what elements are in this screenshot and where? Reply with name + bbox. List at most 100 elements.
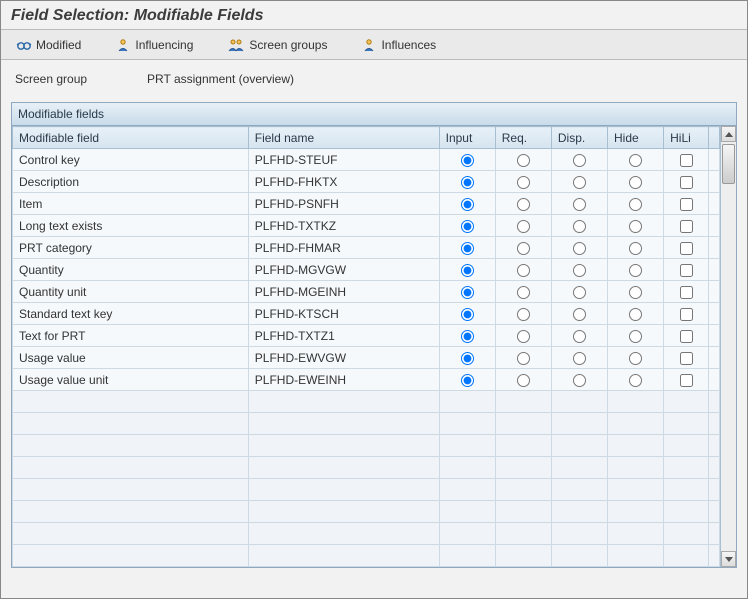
hide-radio[interactable] — [629, 352, 642, 365]
hili-checkbox[interactable] — [680, 264, 693, 277]
hili-checkbox[interactable] — [680, 198, 693, 211]
input-radio[interactable] — [461, 176, 474, 189]
disp-radio[interactable] — [573, 352, 586, 365]
cell-spacer — [709, 369, 720, 391]
hide-radio[interactable] — [629, 220, 642, 233]
disp-radio[interactable] — [573, 176, 586, 189]
input-radio[interactable] — [461, 286, 474, 299]
hili-checkbox[interactable] — [680, 374, 693, 387]
cell-req — [495, 215, 551, 237]
col-req[interactable]: Req. — [495, 127, 551, 149]
disp-radio[interactable] — [573, 242, 586, 255]
col-hili[interactable]: HiLi — [664, 127, 709, 149]
empty-cell — [664, 413, 709, 435]
hide-radio[interactable] — [629, 264, 642, 277]
hide-radio[interactable] — [629, 154, 642, 167]
hide-radio[interactable] — [629, 176, 642, 189]
screen-groups-button[interactable]: Screen groups — [222, 35, 332, 55]
cell-req — [495, 149, 551, 171]
hili-checkbox[interactable] — [680, 352, 693, 365]
req-radio[interactable] — [517, 176, 530, 189]
empty-cell — [13, 391, 249, 413]
hili-checkbox[interactable] — [680, 220, 693, 233]
modified-button[interactable]: Modified — [11, 35, 86, 55]
scroll-down-button[interactable] — [721, 551, 736, 567]
hili-checkbox[interactable] — [680, 154, 693, 167]
col-field-name[interactable]: Field name — [248, 127, 439, 149]
req-radio[interactable] — [517, 330, 530, 343]
req-radio[interactable] — [517, 352, 530, 365]
input-radio[interactable] — [461, 330, 474, 343]
cell-spacer — [709, 149, 720, 171]
cell-hili — [664, 325, 709, 347]
hide-radio[interactable] — [629, 374, 642, 387]
req-radio[interactable] — [517, 242, 530, 255]
cell-field-name: PLFHD-MGEINH — [248, 281, 439, 303]
cell-req — [495, 303, 551, 325]
col-hide[interactable]: Hide — [608, 127, 664, 149]
hide-radio[interactable] — [629, 330, 642, 343]
req-radio[interactable] — [517, 154, 530, 167]
hide-radio[interactable] — [629, 286, 642, 299]
scroll-up-button[interactable] — [721, 126, 736, 142]
input-radio[interactable] — [461, 220, 474, 233]
empty-cell — [608, 479, 664, 501]
hili-checkbox[interactable] — [680, 242, 693, 255]
page-title: Field Selection: Modifiable Fields — [11, 7, 737, 25]
disp-radio[interactable] — [573, 220, 586, 233]
empty-cell — [248, 391, 439, 413]
disp-radio[interactable] — [573, 154, 586, 167]
req-radio[interactable] — [517, 220, 530, 233]
col-disp[interactable]: Disp. — [551, 127, 607, 149]
scroll-thumb[interactable] — [722, 144, 735, 184]
input-radio[interactable] — [461, 198, 474, 211]
cell-disp — [551, 281, 607, 303]
hili-checkbox[interactable] — [680, 330, 693, 343]
cell-input — [439, 281, 495, 303]
req-radio[interactable] — [517, 198, 530, 211]
req-radio[interactable] — [517, 308, 530, 321]
hide-radio[interactable] — [629, 242, 642, 255]
col-modifiable-field[interactable]: Modifiable field — [13, 127, 249, 149]
hili-checkbox[interactable] — [680, 286, 693, 299]
input-radio[interactable] — [461, 242, 474, 255]
empty-cell — [13, 501, 249, 523]
input-radio[interactable] — [461, 308, 474, 321]
req-radio[interactable] — [517, 286, 530, 299]
disp-radio[interactable] — [573, 374, 586, 387]
disp-radio[interactable] — [573, 264, 586, 277]
empty-cell — [439, 435, 495, 457]
req-radio[interactable] — [517, 374, 530, 387]
hili-checkbox[interactable] — [680, 308, 693, 321]
cell-hide — [608, 303, 664, 325]
scroll-track[interactable] — [721, 142, 736, 551]
empty-cell — [248, 479, 439, 501]
cell-req — [495, 325, 551, 347]
influences-button[interactable]: Influences — [356, 35, 441, 55]
req-radio[interactable] — [517, 264, 530, 277]
cell-field-name: PLFHD-EWEINH — [248, 369, 439, 391]
cell-hili — [664, 369, 709, 391]
input-radio[interactable] — [461, 264, 474, 277]
empty-cell — [709, 501, 720, 523]
disp-radio[interactable] — [573, 308, 586, 321]
arrow-up-icon — [725, 132, 733, 137]
hide-radio[interactable] — [629, 198, 642, 211]
cell-field-name: PLFHD-PSNFH — [248, 193, 439, 215]
input-radio[interactable] — [461, 154, 474, 167]
cell-modifiable-field: Quantity unit — [13, 281, 249, 303]
hili-checkbox[interactable] — [680, 176, 693, 189]
col-input[interactable]: Input — [439, 127, 495, 149]
empty-cell — [709, 479, 720, 501]
hide-radio[interactable] — [629, 308, 642, 321]
input-radio[interactable] — [461, 374, 474, 387]
influencing-button[interactable]: Influencing — [110, 35, 198, 55]
empty-cell — [495, 457, 551, 479]
disp-radio[interactable] — [573, 286, 586, 299]
empty-cell — [439, 545, 495, 567]
vertical-scrollbar[interactable] — [720, 126, 736, 567]
table-row: Long text existsPLFHD-TXTKZ — [13, 215, 720, 237]
input-radio[interactable] — [461, 352, 474, 365]
disp-radio[interactable] — [573, 198, 586, 211]
disp-radio[interactable] — [573, 330, 586, 343]
